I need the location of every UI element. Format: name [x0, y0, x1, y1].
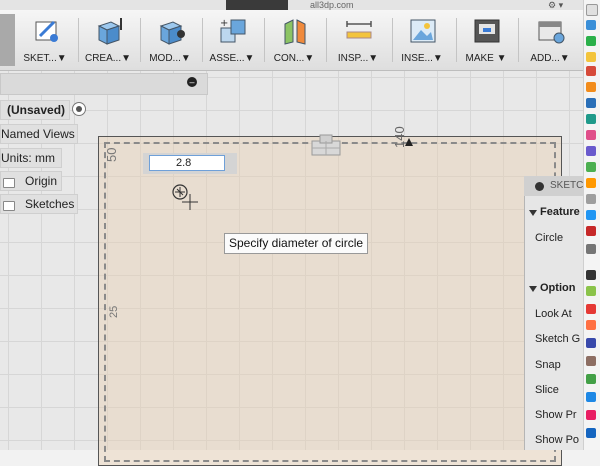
app-icon[interactable] [586, 304, 596, 314]
app-icon[interactable] [586, 194, 596, 204]
make-label: MAKE ▼ [465, 53, 507, 64]
browser-root-label: (Unsaved) [7, 103, 66, 117]
modify-label: MOD...▼ [149, 53, 191, 64]
sketch-label: SKET...▼ [23, 53, 67, 64]
app-icon[interactable] [586, 210, 596, 220]
create-icon [97, 18, 122, 45]
app-icon[interactable] [586, 392, 596, 402]
app-icon[interactable] [586, 36, 596, 46]
inspect-label: INSP...▼ [337, 53, 379, 64]
svg-text:+: + [220, 18, 228, 29]
toolbar-grip[interactable] [0, 14, 15, 66]
diameter-input[interactable] [149, 155, 225, 171]
browser-item-label: Named Views [1, 127, 75, 141]
app-icon[interactable] [586, 4, 598, 16]
app-icon[interactable] [586, 270, 596, 280]
browser-item-named-views[interactable]: Named Views [0, 124, 78, 144]
app-icon[interactable] [586, 338, 596, 348]
sketch-palette-title: SKETCH [550, 180, 583, 191]
assemble-icon: + [220, 18, 246, 43]
app-icon[interactable] [586, 66, 596, 76]
app-icon[interactable] [586, 130, 596, 140]
make-icon [474, 19, 500, 43]
option-show-points[interactable]: Show Po [535, 434, 583, 446]
app-icon[interactable] [586, 52, 596, 62]
browser-root[interactable]: (Unsaved) [0, 100, 70, 120]
insert-icon [410, 19, 436, 43]
left-dimension: 25 [108, 305, 120, 318]
browser-item-label: Sketches [25, 197, 75, 211]
active-radio[interactable] [72, 102, 86, 116]
browser-item-origin[interactable]: Origin [0, 171, 62, 191]
option-show-profile[interactable]: Show Pr [535, 409, 583, 421]
collapse-icon[interactable]: – [187, 77, 197, 87]
folder-icon [3, 178, 15, 188]
feature-circle-label: Circle [535, 232, 564, 244]
construct-menu[interactable]: CON...▼ [264, 10, 324, 70]
app-icon[interactable] [586, 162, 596, 172]
app-icon[interactable] [586, 226, 596, 236]
create-label: CREA...▼ [84, 53, 131, 64]
toolbar-divider [326, 18, 327, 62]
app-icon[interactable] [586, 356, 596, 366]
chevron-down-icon[interactable] [529, 210, 537, 216]
url-text: all3dp.com [310, 0, 354, 10]
folder-icon [3, 201, 15, 211]
inspect-menu[interactable]: INSP...▼ [328, 10, 388, 70]
height-dimension[interactable]: 50 [104, 148, 119, 162]
sketch-palette-header[interactable]: SKETCH [524, 176, 583, 196]
viewcube-icon[interactable] [308, 133, 344, 161]
app-icon[interactable] [586, 20, 596, 30]
create-menu[interactable]: CREA...▼ [78, 10, 138, 70]
insert-label: INSE...▼ [401, 53, 443, 64]
insert-menu[interactable]: INSE...▼ [392, 10, 452, 70]
app-icon[interactable] [586, 114, 596, 124]
app-icon[interactable] [586, 146, 596, 156]
toolbar-divider [518, 18, 519, 62]
addins-label: ADD...▼ [530, 53, 570, 64]
top-thumbnail [226, 0, 288, 10]
sketch-icon [35, 20, 58, 42]
modify-menu[interactable]: MOD...▼ [140, 10, 200, 70]
diameter-tooltip: Specify diameter of circle [224, 233, 369, 254]
app-icon[interactable] [586, 286, 596, 296]
addins-icon [538, 21, 565, 44]
app-icon[interactable] [586, 428, 596, 438]
assemble-menu[interactable]: + ASSE...▼ [202, 10, 262, 70]
modify-icon [159, 21, 185, 45]
app-icon[interactable] [586, 82, 596, 92]
sketch-menu[interactable]: SKET...▼ [15, 10, 75, 70]
crosshair-cursor-icon [172, 184, 198, 210]
browser-item-label: Origin [25, 174, 58, 188]
top-strip [0, 0, 600, 10]
construct-icon [284, 19, 306, 45]
features-header[interactable]: Feature [540, 206, 583, 218]
make-menu[interactable]: MAKE ▼ [456, 10, 516, 70]
addins-menu[interactable]: ADD...▼ [520, 10, 580, 70]
browser-item-sketches[interactable]: Sketches [0, 194, 78, 214]
settings-icon[interactable]: ⚙ ▾ [548, 0, 563, 10]
option-slice[interactable]: Slice [535, 384, 583, 396]
browser-item-label: Units: mm [1, 151, 55, 165]
app-icon[interactable] [586, 410, 596, 420]
chevron-down-icon[interactable] [529, 286, 537, 292]
palette-collapse-icon[interactable] [535, 182, 544, 191]
option-snap[interactable]: Snap [535, 359, 583, 371]
app-icon[interactable] [586, 98, 596, 108]
app-icon[interactable] [586, 178, 596, 188]
dimension-arrow-icon [405, 138, 413, 146]
construct-label: CON...▼ [273, 53, 315, 64]
app-icon[interactable] [586, 320, 596, 330]
options-header[interactable]: Option [540, 282, 583, 294]
app-icon[interactable] [586, 374, 596, 384]
browser-header[interactable] [0, 73, 208, 95]
option-sketch-grid[interactable]: Sketch G [535, 333, 583, 345]
browser-item-units[interactable]: Units: mm [0, 148, 62, 168]
assemble-label: ASSE...▼ [209, 53, 255, 64]
inspect-icon [346, 21, 372, 39]
app-icon[interactable] [586, 244, 596, 254]
option-look-at[interactable]: Look At [535, 308, 583, 320]
